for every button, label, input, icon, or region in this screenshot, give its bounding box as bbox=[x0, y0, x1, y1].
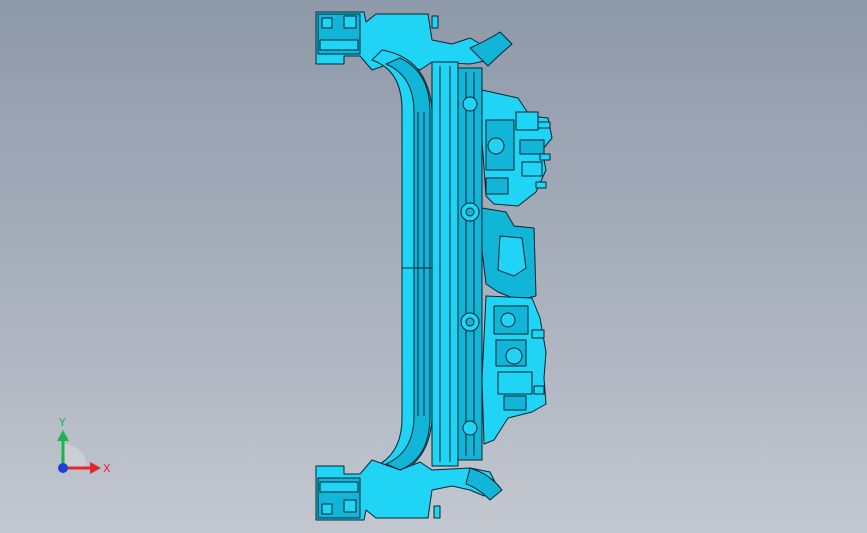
x-axis-label: X bbox=[103, 462, 111, 475]
z-axis-dot bbox=[58, 463, 68, 473]
graphics-viewport[interactable]: Y X bbox=[0, 0, 867, 533]
xy-plane-indicator bbox=[63, 444, 87, 468]
orientation-triad[interactable]: Y X bbox=[0, 0, 867, 533]
y-axis-label: Y bbox=[58, 416, 66, 429]
